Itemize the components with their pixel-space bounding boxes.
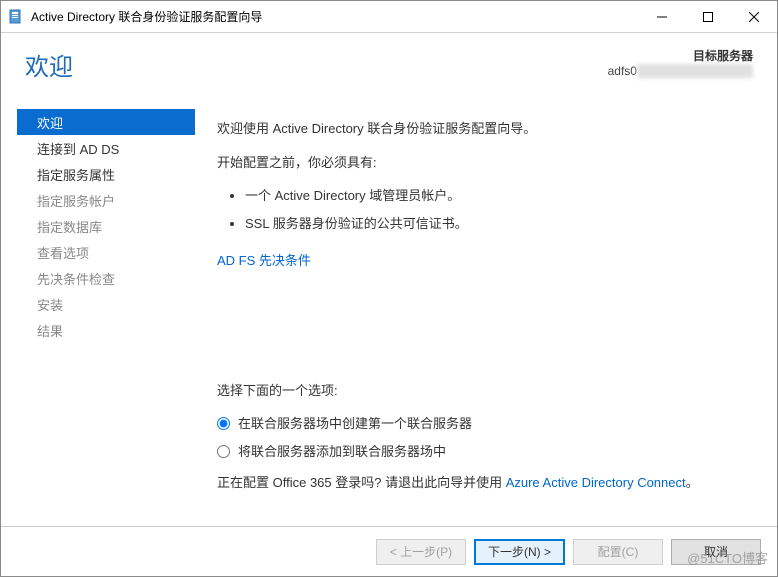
radio-create-first-server-input[interactable]: [217, 417, 230, 430]
sidebar-item-service-account: 指定服务帐户: [21, 187, 197, 213]
window-title: Active Directory 联合身份验证服务配置向导: [31, 8, 639, 25]
intro-text: 欢迎使用 Active Directory 联合身份验证服务配置向导。: [217, 119, 747, 139]
choose-label: 选择下面的一个选项:: [217, 381, 747, 401]
maximize-button[interactable]: [685, 1, 731, 32]
sidebar: 欢迎 连接到 AD DS 指定服务属性 指定服务帐户 指定数据库 查看选项 先决…: [1, 109, 197, 526]
configure-button: 配置(C): [573, 539, 663, 565]
o365-text: 正在配置 Office 365 登录吗? 请退出此向导并使用 Azure Act…: [217, 473, 747, 493]
app-icon: [9, 9, 25, 25]
target-server-label: 目标服务器: [608, 47, 753, 64]
target-server-info: 目标服务器 adfs0hidden: [608, 47, 753, 78]
sidebar-item-results: 结果: [21, 317, 197, 343]
button-bar: < 上一步(P) 下一步(N) > 配置(C) 取消: [1, 526, 777, 576]
radio-create-first-server[interactable]: 在联合服务器场中创建第一个联合服务器: [217, 414, 747, 434]
watermark: @51CTO博客: [687, 548, 768, 567]
sidebar-item-review-options: 查看选项: [21, 239, 197, 265]
body: 欢迎 连接到 AD DS 指定服务属性 指定服务帐户 指定数据库 查看选项 先决…: [1, 103, 777, 526]
wizard-window: Active Directory 联合身份验证服务配置向导 欢迎 目标服务器 a…: [0, 0, 778, 577]
window-controls: [639, 1, 777, 32]
sidebar-item-prereq-check: 先决条件检查: [21, 265, 197, 291]
azure-ad-connect-link[interactable]: Azure Active Directory Connect: [506, 475, 686, 490]
sidebar-item-database: 指定数据库: [21, 213, 197, 239]
titlebar: Active Directory 联合身份验证服务配置向导: [1, 1, 777, 33]
deployment-radio-group: 在联合服务器场中创建第一个联合服务器 将联合服务器添加到联合服务器场中: [217, 414, 747, 461]
sidebar-item-service-properties[interactable]: 指定服务属性: [21, 161, 197, 187]
sidebar-item-connect-ad-ds[interactable]: 连接到 AD DS: [21, 135, 197, 161]
minimize-button[interactable]: [639, 1, 685, 32]
radio-add-server[interactable]: 将联合服务器添加到联合服务器场中: [217, 442, 747, 462]
radio-add-server-input[interactable]: [217, 445, 230, 458]
prereq-list: 一个 Active Directory 域管理员帐户。 SSL 服务器身份验证的…: [245, 186, 747, 233]
prereq-link[interactable]: AD FS 先决条件: [217, 253, 311, 268]
prereq-item: 一个 Active Directory 域管理员帐户。: [245, 186, 747, 206]
close-button[interactable]: [731, 1, 777, 32]
prereq-header: 开始配置之前，你必须具有:: [217, 153, 747, 173]
prereq-item: SSL 服务器身份验证的公共可信证书。: [245, 214, 747, 234]
sidebar-item-install: 安装: [21, 291, 197, 317]
page-title: 欢迎: [25, 47, 73, 82]
sidebar-item-welcome[interactable]: 欢迎: [17, 109, 195, 135]
next-button[interactable]: 下一步(N) >: [474, 539, 565, 565]
content-panel: 欢迎使用 Active Directory 联合身份验证服务配置向导。 开始配置…: [197, 109, 777, 526]
target-server-value: adfs0hidden: [608, 64, 753, 78]
header: 欢迎 目标服务器 adfs0hidden: [1, 33, 777, 103]
previous-button: < 上一步(P): [376, 539, 466, 565]
